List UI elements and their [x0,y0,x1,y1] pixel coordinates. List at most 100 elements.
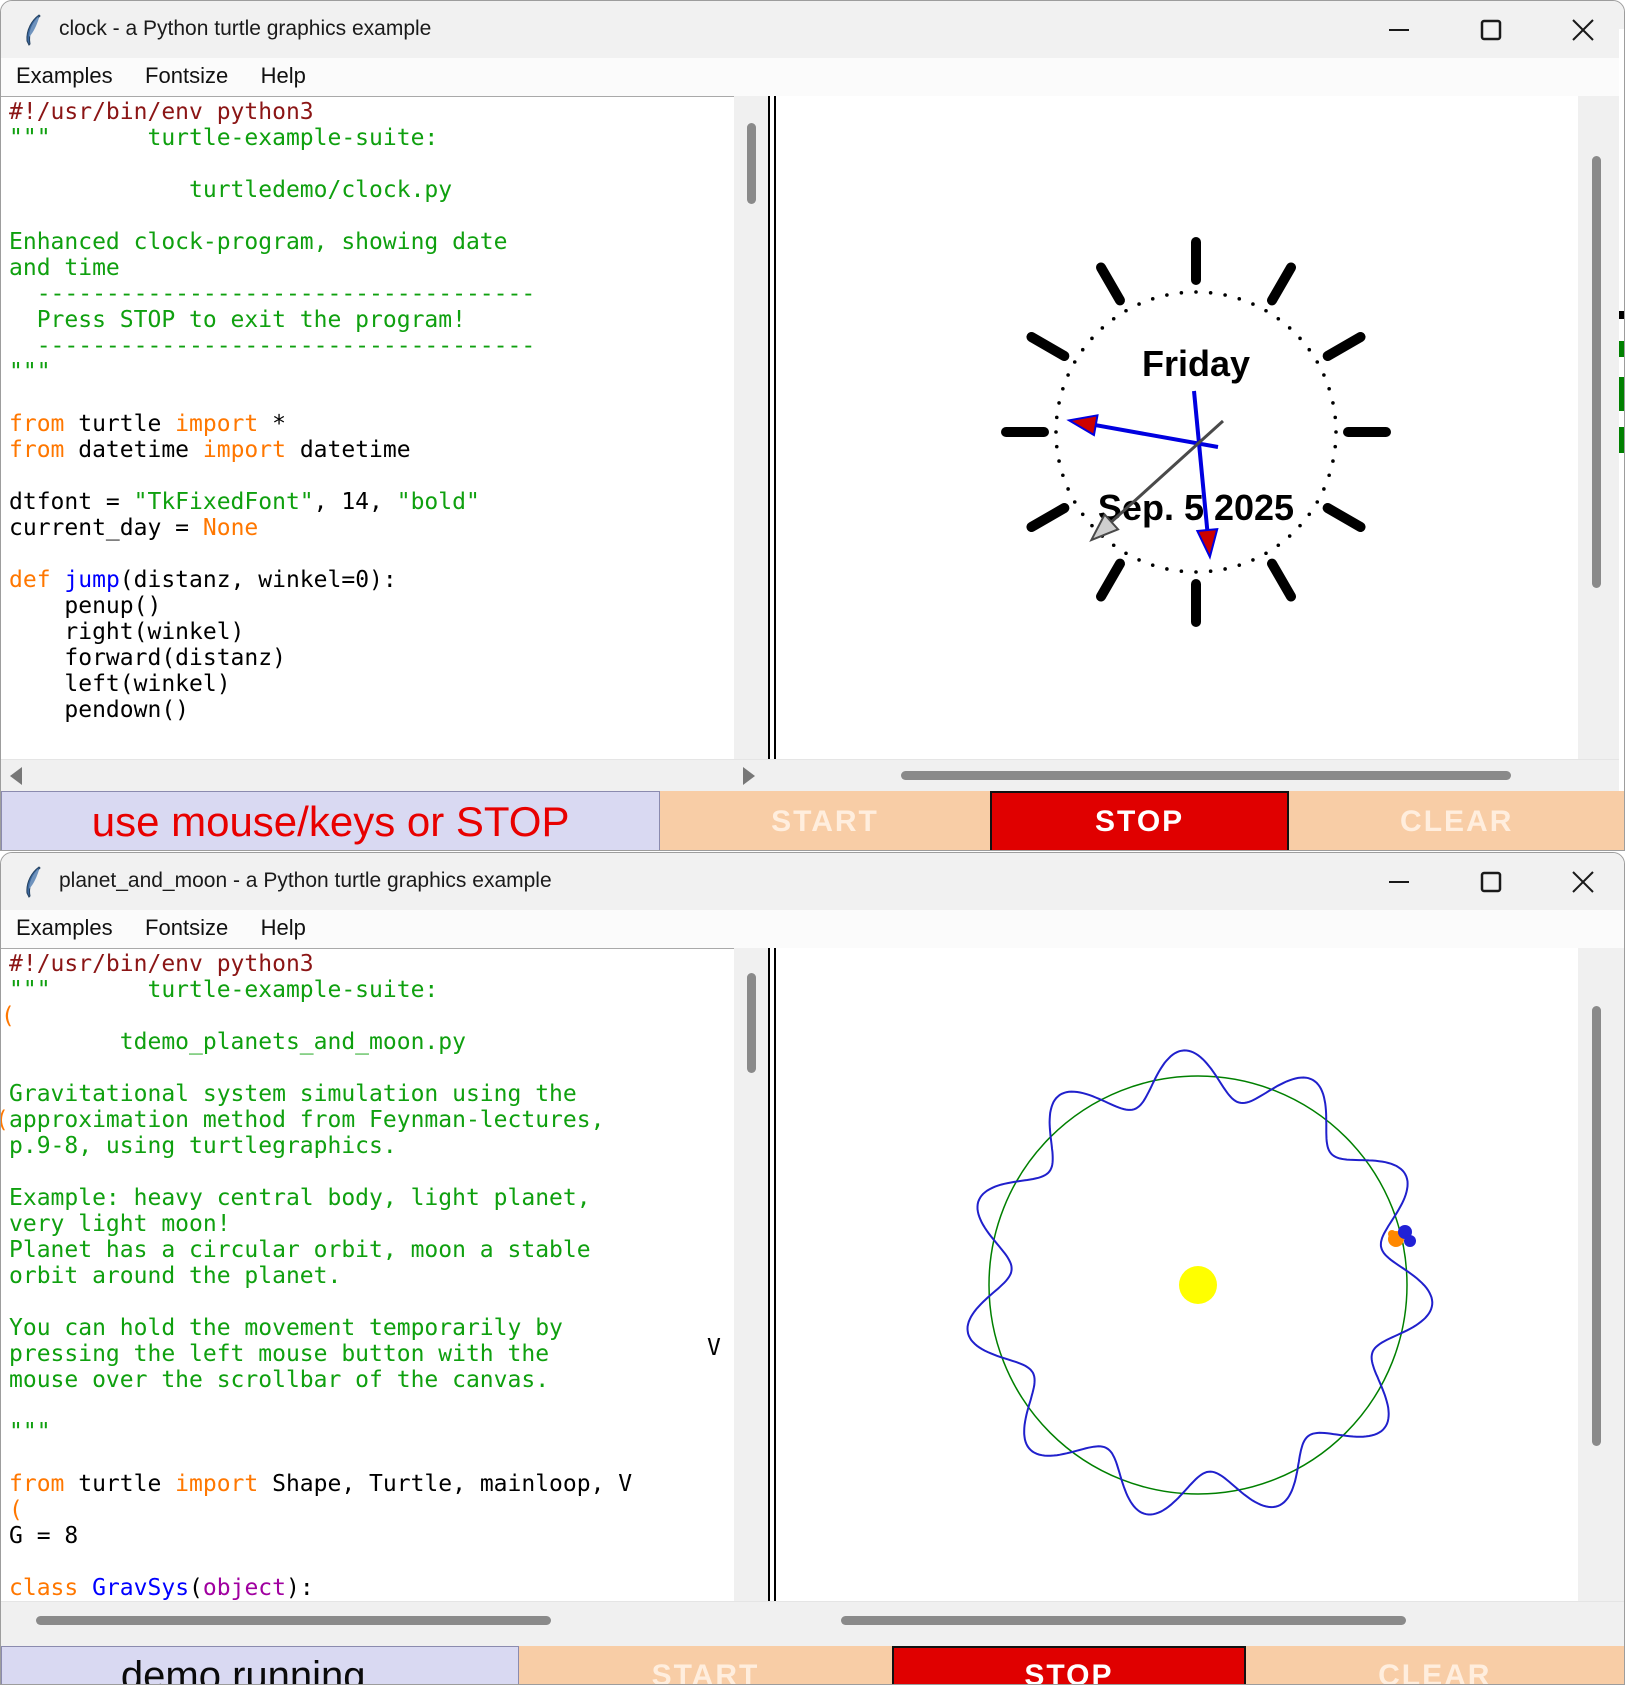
window-title: planet_and_moon - a Python turtle graphi… [59,869,552,893]
code-horizontal-scrollbar[interactable] [1,760,766,791]
code-line: mouse over the scrollbar of the canvas. [9,1367,734,1393]
code-line: from turtle import Shape, Turtle, mainlo… [9,1471,734,1497]
canvas-horizontal-scrollbar[interactable] [791,760,1625,791]
code-line: #!/usr/bin/env python3 [9,99,734,125]
titlebar: planet_and_moon - a Python turtle graphi… [1,853,1624,910]
code-line: and time [9,255,734,281]
code-line: from datetime import datetime [9,437,734,463]
code-line: G = 8 [9,1523,734,1549]
close-button[interactable] [1562,9,1604,51]
turtle-canvas-planet[interactable] [776,948,1578,1601]
minimize-button[interactable] [1378,9,1420,51]
canvas-horizontal-scrollbar[interactable] [791,1602,1625,1646]
menu-examples[interactable]: Examples [16,915,113,941]
svg-text:Friday: Friday [1142,343,1250,384]
maximize-button[interactable] [1470,9,1512,51]
pane-divider[interactable] [768,948,776,1601]
code-line [9,1393,734,1419]
scrollbar-thumb[interactable] [901,771,1511,780]
code-line [9,203,734,229]
stray-glyph: ( [1,1107,9,1133]
code-line: orbit around the planet. [9,1263,734,1289]
code-line: current_day = None [9,515,734,541]
menubar: Examples Fontsize Help [1,910,1624,948]
turtle-canvas-clock[interactable]: FridaySep. 5 2025 [776,96,1578,759]
titlebar: clock - a Python turtle graphics example [1,1,1624,58]
code-line: p.9-8, using turtlegraphics. [9,1133,734,1159]
canvas-vertical-scrollbar[interactable] [1578,948,1614,1601]
scroll-right-arrow[interactable] [743,767,755,785]
maximize-button[interactable] [1470,861,1512,903]
hidden-window-mark [1619,311,1625,319]
scrollbar-thumb[interactable] [1592,1006,1601,1446]
code-line: tdemo_planets_and_moon.py [9,1029,734,1055]
stray-glyph: V [707,1335,721,1361]
code-line [9,151,734,177]
code-line: Example: heavy central body, light plane… [9,1185,734,1211]
scrollbar-thumb[interactable] [1592,156,1601,588]
code-line [9,541,734,567]
scrollbar-thumb[interactable] [747,973,756,1073]
close-button[interactable] [1562,861,1604,903]
code-line: Press STOP to exit the program! [9,307,734,333]
stop-button[interactable]: STOP [990,791,1290,851]
menu-fontsize[interactable]: Fontsize [145,915,228,941]
code-line: dtfont = "TkFixedFont", 14, "bold" [9,489,734,515]
code-vertical-scrollbar[interactable] [734,96,768,759]
code-horizontal-scrollbar[interactable] [1,1602,766,1646]
python-tk-feather-icon [23,866,45,898]
code-line [9,1289,734,1315]
code-line: forward(distanz) [9,645,734,671]
menubar: Examples Fontsize Help [1,58,1624,96]
code-line: penup() [9,593,734,619]
code-line: ------------------------------------ [9,281,734,307]
code-line: left(winkel) [9,671,734,697]
status-message: use mouse/keys or STOP [1,791,660,851]
code-line: pendown() [9,697,734,723]
background-window-sliver [1619,29,1625,791]
code-line: ( [9,1497,734,1523]
code-line: ------------------------------------ [9,333,734,359]
status-message: demo running... [1,1646,519,1685]
pane-divider[interactable] [768,96,776,759]
code-viewer[interactable]: #!/usr/bin/env python3""" turtle-example… [1,96,734,759]
start-button[interactable]: START [660,791,990,851]
code-line: class GravSys(object): [9,1575,734,1601]
scroll-left-arrow[interactable] [10,767,22,785]
code-line [9,1549,734,1575]
menu-help[interactable]: Help [261,63,306,89]
code-viewer[interactable]: #!/usr/bin/env python3""" turtle-example… [1,948,734,1601]
python-tk-feather-icon [23,14,45,46]
scrollbar-thumb[interactable] [841,1616,1406,1625]
clear-button[interactable]: CLEAR [1246,1646,1624,1685]
window-clock: clock - a Python turtle graphics example… [0,0,1625,851]
start-button[interactable]: START [519,1646,892,1685]
menu-examples[interactable]: Examples [16,63,113,89]
code-line: Gravitational system simulation using th… [9,1081,734,1107]
code-line: Planet has a circular orbit, moon a stab… [9,1237,734,1263]
code-line: """ [9,1419,734,1445]
code-line [9,385,734,411]
code-line: from turtle import * [9,411,734,437]
code-line: """ turtle-example-suite: [9,125,734,151]
scrollbar-thumb[interactable] [36,1616,551,1625]
code-line: very light moon! [9,1211,734,1237]
code-line: pressing the left mouse button with the [9,1341,734,1367]
clear-button[interactable]: CLEAR [1289,791,1624,851]
menu-help[interactable]: Help [261,915,306,941]
minimize-button[interactable] [1378,861,1420,903]
canvas-vertical-scrollbar[interactable] [1578,96,1614,759]
hidden-window-mark [1619,341,1625,357]
code-line [9,463,734,489]
code-line [9,1445,734,1471]
code-vertical-scrollbar[interactable] [734,948,768,1601]
window-planet-and-moon: planet_and_moon - a Python turtle graphi… [0,852,1625,1685]
hidden-window-mark [1619,377,1625,411]
menu-fontsize[interactable]: Fontsize [145,63,228,89]
code-line: Enhanced clock-program, showing date [9,229,734,255]
scrollbar-thumb[interactable] [747,123,756,204]
stop-button[interactable]: STOP [892,1646,1245,1685]
stray-glyph: ( [1,1003,15,1029]
code-line: def jump(distanz, winkel=0): [9,567,734,593]
code-line: """ turtle-example-suite: [9,977,734,1003]
